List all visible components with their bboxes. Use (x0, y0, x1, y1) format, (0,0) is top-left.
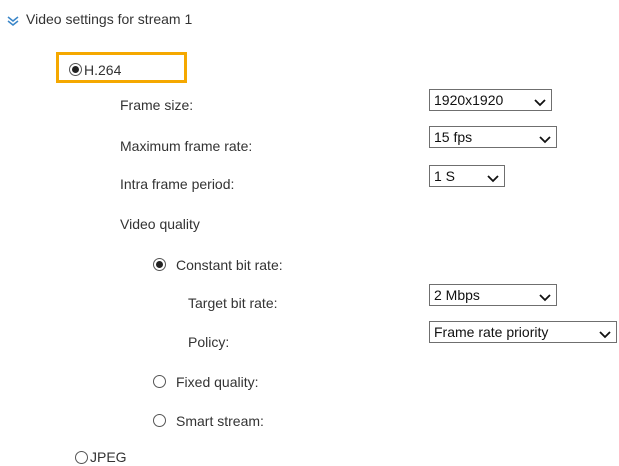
double-chevron-down-icon[interactable] (6, 13, 20, 26)
policy-label: Policy: (188, 334, 230, 350)
max-frame-rate-value: 15 fps (434, 129, 473, 145)
video-quality-label: Video quality (120, 216, 200, 232)
jpeg-radio[interactable] (75, 451, 88, 464)
frame-size-select[interactable]: 1920x1920 (429, 89, 552, 111)
chevron-down-icon (533, 94, 547, 107)
max-frame-rate-select[interactable]: 15 fps (429, 126, 557, 148)
policy-value: Frame rate priority (434, 324, 549, 340)
fixed-quality-radio[interactable] (153, 375, 166, 388)
target-bit-rate-label: Target bit rate: (188, 295, 278, 311)
stream-settings-header[interactable]: Video settings for stream 1 (6, 10, 192, 28)
h264-radio[interactable] (69, 63, 82, 76)
smart-stream-label: Smart stream: (176, 413, 264, 429)
fixed-quality-label: Fixed quality: (176, 374, 259, 390)
h264-label: H.264 (84, 62, 122, 78)
frame-size-value: 1920x1920 (434, 92, 504, 108)
smart-stream-radio[interactable] (153, 414, 166, 427)
constant-bit-rate-radio[interactable] (153, 258, 166, 271)
target-bit-rate-value: 2 Mbps (434, 287, 480, 303)
chevron-down-icon (538, 289, 552, 302)
section-title: Video settings for stream 1 (26, 11, 193, 27)
chevron-down-icon (486, 170, 500, 183)
chevron-down-icon (538, 131, 552, 144)
intra-frame-period-value: 1 S (434, 168, 456, 184)
chevron-down-icon (598, 326, 612, 339)
max-frame-rate-label: Maximum frame rate: (120, 138, 253, 154)
jpeg-label: JPEG (90, 449, 127, 465)
intra-frame-period-select[interactable]: 1 S (429, 165, 505, 187)
constant-bit-rate-label: Constant bit rate: (176, 257, 283, 273)
intra-frame-period-label: Intra frame period: (120, 176, 235, 192)
policy-select[interactable]: Frame rate priority (429, 321, 617, 343)
target-bit-rate-select[interactable]: 2 Mbps (429, 284, 557, 306)
frame-size-label: Frame size: (120, 97, 194, 113)
